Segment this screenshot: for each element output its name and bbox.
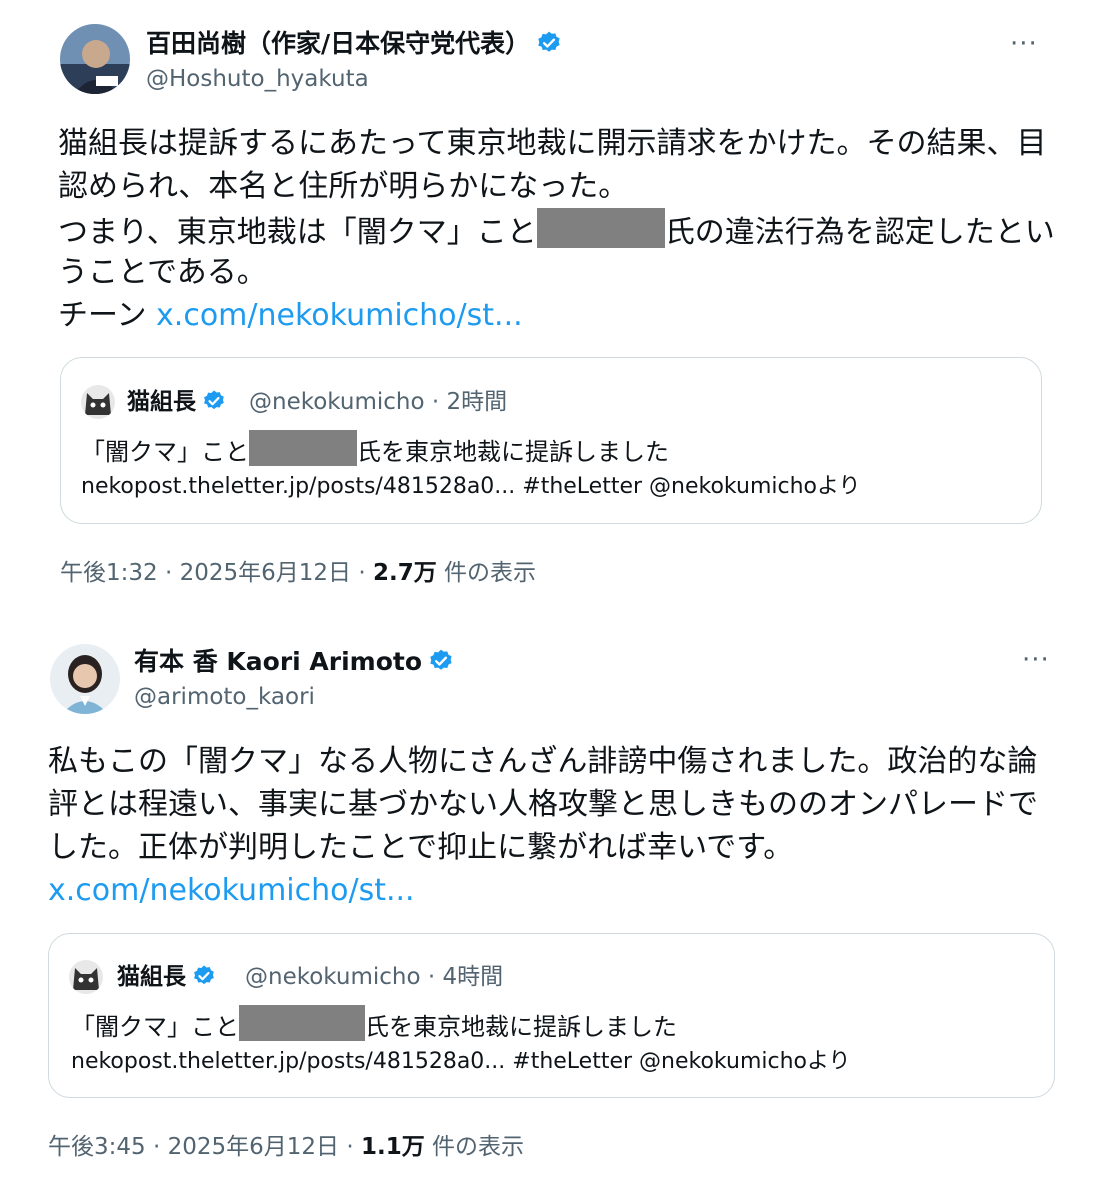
quote-line: 「闇クマ」こと 氏を東京地裁に提訴しました — [71, 1005, 851, 1043]
separator: · — [157, 560, 180, 586]
tweet-arimoto: 有本 香 Kaori Arimoto @arimoto_kaori ··· 私も… — [0, 620, 1112, 1200]
quote-meta: @nekokumicho · 2時間 — [249, 387, 507, 417]
body-line: 私もこの「闇クマ」なる人物にさんざん誹謗中傷されました。政治的な論 — [48, 744, 1038, 779]
separator: · — [424, 389, 447, 415]
redaction-block — [249, 430, 357, 466]
author-name-text: 百田尚樹（作家/日本保守党代表） — [146, 29, 531, 58]
separator: · — [145, 1134, 168, 1160]
more-options-button[interactable]: ··· — [1022, 647, 1050, 673]
separator: · — [339, 1134, 361, 1160]
verified-badge-icon — [428, 648, 454, 682]
separator: · — [351, 560, 373, 586]
quote-text: 「闇クマ」こと 氏を東京地裁に提訴しました nekopost.theletter.… — [71, 1005, 851, 1081]
quote-text-part: 氏を東京地裁に提訴しました — [357, 438, 669, 466]
body-line: 評とは程遠い、事実に基づかない人格攻撃と思しきもののオンパレードで — [48, 787, 1038, 822]
view-count: 2.7万 — [372, 560, 437, 586]
view-label: 件の表示 — [444, 560, 537, 586]
man-portrait-avatar-icon — [60, 24, 130, 94]
quote-handle: @nekokumicho — [249, 389, 425, 415]
redaction-block — [239, 1005, 365, 1041]
quote-text-part: 氏を東京地裁に提訴しました — [365, 1013, 677, 1041]
quote-author-text: 猫組長 — [127, 389, 196, 415]
body-line: うことである。 — [58, 255, 267, 290]
author-name-text: 有本 香 Kaori Arimoto — [134, 647, 423, 676]
body-line: した。正体が判明したことで抑止に繋がれば幸いです。 — [48, 830, 794, 865]
verified-badge-icon — [536, 30, 562, 64]
woman-portrait-avatar-icon — [50, 644, 120, 714]
body-line: チーン x.com/nekokumicho/st... — [58, 294, 1055, 337]
tweet-time[interactable]: 午後1:32 — [60, 560, 158, 586]
body-line: 認められ、本名と住所が明らかになった。 — [58, 169, 629, 204]
quote-link-line: nekopost.theletter.jp/posts/481528a0... … — [71, 1049, 851, 1074]
quote-handle: @nekokumicho — [245, 964, 421, 990]
tweet-link[interactable]: x.com/nekokumicho/st... — [156, 298, 523, 333]
body-line: つまり、東京地裁は「闇クマ」こと 氏の違法行為を認定したとい — [58, 208, 1055, 251]
author-handle[interactable]: @arimoto_kaori — [134, 682, 315, 712]
more-options-button[interactable]: ··· — [1010, 31, 1038, 57]
tweet-link[interactable]: x.com/nekokumicho/st... — [48, 869, 1038, 912]
tweet-hyakuta: 百田尚樹（作家/日本保守党代表） @Hoshuto_hyakuta ··· 猫組… — [0, 0, 1112, 600]
quote-author-name: 猫組長 — [127, 387, 226, 421]
tweet-body: 私もこの「闇クマ」なる人物にさんざん誹謗中傷されました。政治的な論 評とは程遠い… — [48, 740, 1038, 912]
avatar[interactable] — [50, 644, 120, 714]
cat-face-avatar-icon — [69, 960, 103, 994]
tweet-footer: 午後1:32 · 2025年6月12日 · 2.7万 件の表示 — [60, 558, 536, 588]
body-text: 氏の違法行為を認定したとい — [664, 215, 1055, 250]
quote-avatar — [69, 960, 103, 994]
tweet-time[interactable]: 午後3:45 — [48, 1134, 146, 1160]
quote-tweet-card[interactable]: 猫組長 @nekokumicho · 2時間 「闇クマ」こと 氏を東京地裁に提訴し… — [60, 357, 1042, 524]
tweet-date[interactable]: 2025年6月12日 — [168, 1134, 339, 1160]
quote-author-text: 猫組長 — [117, 964, 186, 990]
author-handle[interactable]: @Hoshuto_hyakuta — [146, 64, 369, 94]
quote-author-name: 猫組長 — [117, 962, 216, 996]
tweet-body: 猫組長は提訴するにあたって東京地裁に開示請求をかけた。その結果、目 認められ、本… — [58, 122, 1055, 337]
cat-face-avatar-icon — [81, 385, 115, 419]
quote-text-part: 「闇クマ」こと — [71, 1013, 239, 1041]
author-name[interactable]: 百田尚樹（作家/日本保守党代表） — [146, 28, 562, 64]
body-text: つまり、東京地裁は「闇クマ」こと — [58, 215, 537, 250]
quote-time: 2時間 — [446, 389, 508, 415]
view-count: 1.1万 — [360, 1134, 425, 1160]
verified-badge-icon — [202, 389, 226, 421]
quote-link-line: nekopost.theletter.jp/posts/481528a0... … — [81, 474, 861, 499]
body-line: 猫組長は提訴するにあたって東京地裁に開示請求をかけた。その結果、目 — [58, 126, 1047, 161]
avatar[interactable] — [60, 24, 130, 94]
quote-time: 4時間 — [442, 964, 504, 990]
tweet-date[interactable]: 2025年6月12日 — [180, 560, 351, 586]
quote-tweet-card[interactable]: 猫組長 @nekokumicho · 4時間 「闇クマ」こと 氏を東京地裁に提訴し… — [48, 933, 1055, 1098]
author-name[interactable]: 有本 香 Kaori Arimoto — [134, 646, 454, 682]
verified-badge-icon — [192, 964, 216, 996]
quote-meta: @nekokumicho · 4時間 — [245, 962, 503, 992]
separator: · — [420, 964, 443, 990]
quote-line: 「闇クマ」こと 氏を東京地裁に提訴しました — [81, 430, 861, 468]
body-text: チーン — [58, 298, 157, 333]
tweet-footer: 午後3:45 · 2025年6月12日 · 1.1万 件の表示 — [48, 1132, 524, 1162]
quote-text-part: 「闇クマ」こと — [81, 438, 249, 466]
quote-text: 「闇クマ」こと 氏を東京地裁に提訴しました nekopost.theletter.… — [81, 430, 861, 506]
view-label: 件の表示 — [432, 1134, 525, 1160]
quote-avatar — [81, 385, 115, 419]
redaction-block — [536, 208, 665, 248]
